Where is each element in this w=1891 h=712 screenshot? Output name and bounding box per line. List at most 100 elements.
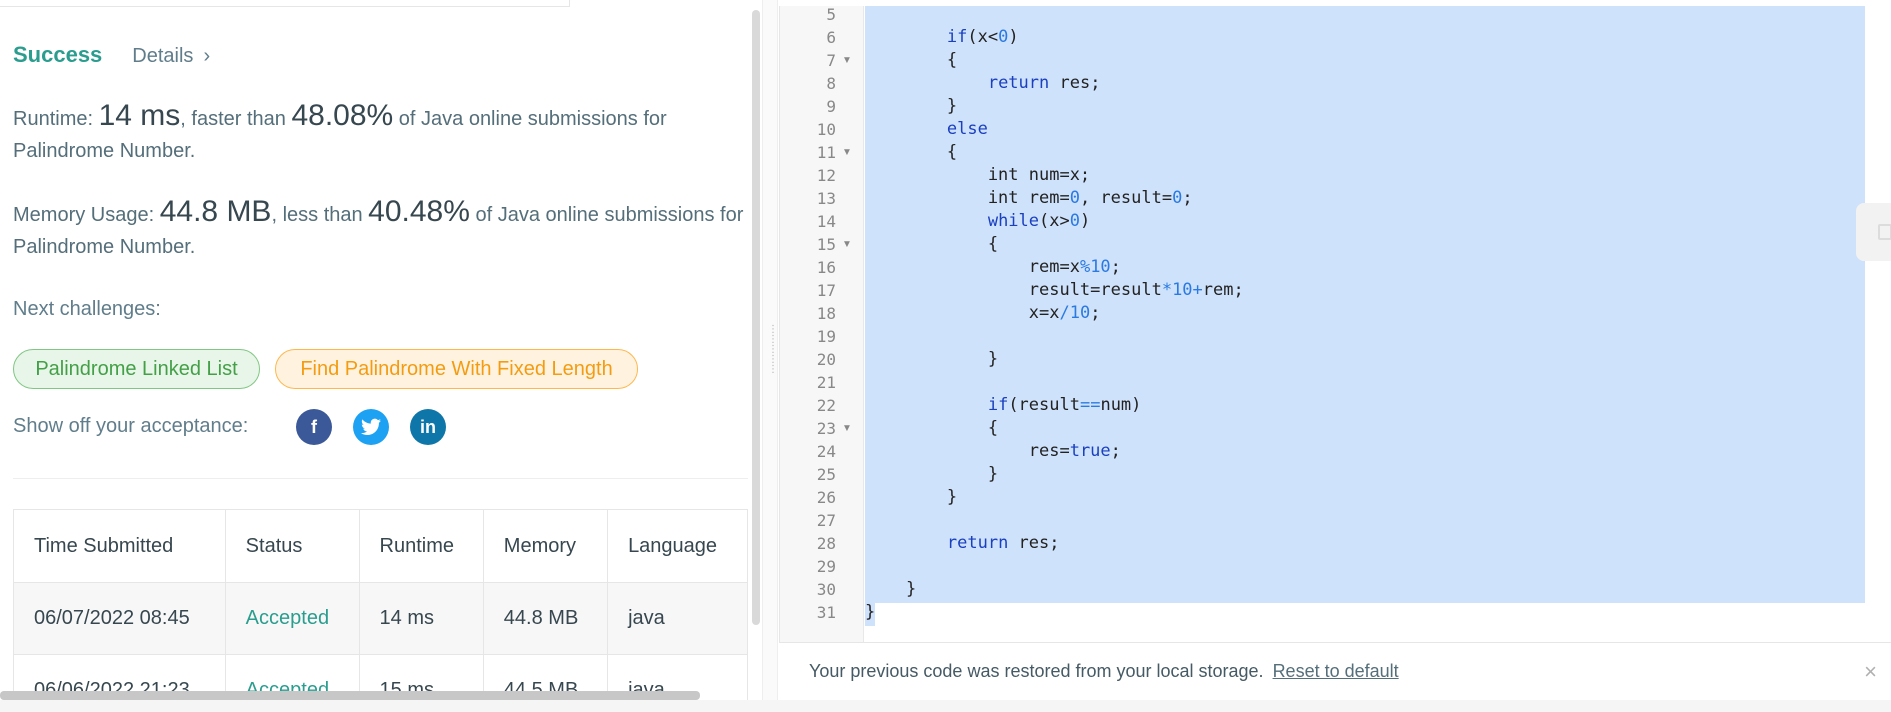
code-token: int num=x; (865, 165, 1091, 185)
line-number: 5 (826, 5, 836, 24)
code-token: { (865, 418, 999, 438)
line-number: 24 (816, 442, 836, 461)
memory-value: 44.8 MB (159, 195, 272, 228)
runtime-label: Runtime: (13, 108, 99, 130)
code-token: { (865, 234, 999, 254)
column-header: Time Submitted (13, 509, 226, 583)
code-token: 0 (1069, 188, 1080, 208)
code-token: if (987, 395, 1009, 415)
table-row[interactable]: 06/07/2022 08:45 Accepted 14 ms 44.8 MB … (13, 582, 748, 655)
details-link[interactable]: Details › (132, 45, 210, 68)
code-token: 10 (1069, 303, 1091, 323)
submission-memory: 44.8 MB (482, 582, 609, 655)
column-header: Status (224, 509, 360, 583)
line-number: 27 (816, 511, 836, 530)
code-area[interactable]: if(x<0) { return res; } else { int num=x… (865, 6, 1891, 642)
line-number: 28 (816, 534, 836, 553)
fold-toggle-icon[interactable]: ▼ (842, 233, 852, 256)
fold-toggle-icon[interactable]: ▼ (842, 417, 852, 440)
notification-text: Your previous code was restored from you… (809, 661, 1264, 681)
code-token: (x> (1039, 211, 1070, 231)
code-line: return res; (865, 532, 1060, 555)
code-line: else (865, 118, 988, 141)
column-header: Language (607, 509, 748, 583)
line-number: 11 (816, 143, 836, 162)
submission-status-link[interactable]: Accepted (224, 582, 360, 655)
fold-toggle-icon[interactable]: ▼ (842, 141, 852, 164)
code-line: int num=x; (865, 164, 1090, 187)
side-panel-tab[interactable] (1856, 203, 1891, 261)
linkedin-icon[interactable]: in (410, 409, 446, 445)
code-token: == (1079, 395, 1101, 415)
code-token: / (1059, 303, 1070, 323)
runtime-middle: , faster than (180, 108, 292, 130)
submission-result-panel: Success Details › Runtime: 14 ms, faster… (0, 0, 760, 700)
code-line: } (865, 486, 957, 509)
code-line: } (865, 578, 916, 601)
code-editor[interactable]: 5 6 7 ▼ 8 9 10 11 ▼ 12 13 14 15 ▼ 16 17 18 19 20 21 22 23 ▼ 24 2… (779, 5, 1891, 706)
code-token: % (1079, 257, 1091, 277)
line-number: 7 (826, 51, 836, 70)
memory-stat: Memory Usage: 44.8 MB, less than 40.48% … (13, 196, 753, 263)
code-token: 0 (1172, 188, 1183, 208)
code-token: } (865, 602, 876, 622)
next-challenges-label: Next challenges: (13, 298, 161, 320)
code-token: } (865, 349, 999, 369)
facebook-icon[interactable]: f (296, 409, 332, 445)
memory-middle: , less than (271, 204, 369, 226)
line-number: 31 (816, 603, 836, 622)
submission-runtime: 14 ms (358, 582, 484, 655)
code-token: + (1192, 280, 1203, 300)
vertical-scrollbar[interactable] (752, 10, 760, 625)
memory-percent: 40.48% (368, 195, 470, 228)
line-number: 17 (816, 281, 836, 300)
line-number: 10 (816, 120, 836, 139)
code-line: return res; (865, 72, 1101, 95)
code-token: true (1069, 441, 1111, 461)
code-line: } (865, 348, 998, 371)
success-status: Success (13, 42, 103, 67)
reset-to-default-link[interactable]: Reset to default (1273, 661, 1399, 682)
line-number: 6 (826, 28, 836, 47)
code-token: result=result (865, 280, 1162, 300)
details-label: Details (132, 45, 194, 67)
line-number: 15 (816, 235, 836, 254)
code-line: res=true; (865, 440, 1121, 463)
runtime-percent: 48.08% (291, 99, 394, 132)
code-token: 0 (998, 27, 1009, 47)
code-line: { (865, 417, 998, 440)
line-number: 16 (816, 258, 836, 277)
code-token: * (1161, 280, 1173, 300)
copy-icon (1878, 224, 1891, 240)
code-token: 10 (1172, 280, 1193, 300)
code-token: ; (1110, 441, 1121, 461)
runtime-value: 14 ms (98, 99, 181, 132)
code-token: int rem= (865, 188, 1070, 208)
close-icon[interactable]: × (1864, 661, 1877, 683)
code-token: rem; (1202, 280, 1244, 300)
code-token: if (946, 27, 968, 47)
code-token: else (946, 119, 988, 139)
code-token: res= (865, 441, 1070, 461)
share-label: Show off your acceptance: (13, 415, 249, 437)
line-number: 14 (816, 212, 836, 231)
twitter-icon[interactable] (353, 409, 389, 445)
code-token: , result= (1079, 188, 1173, 208)
code-token: res; (1049, 73, 1101, 93)
horizontal-scrollbar[interactable] (0, 691, 700, 700)
code-line: rem=x%10; (865, 256, 1121, 279)
code-token: (result (1008, 395, 1080, 415)
line-number: 29 (816, 557, 836, 576)
line-number: 21 (816, 373, 836, 392)
line-number: 18 (816, 304, 836, 323)
chevron-right-icon: › (203, 45, 211, 67)
challenge-find-palindrome-fixed-length[interactable]: Find Palindrome With Fixed Length (275, 349, 638, 389)
code-token: ) (1079, 211, 1091, 231)
code-token: ) (1008, 27, 1019, 47)
challenge-palindrome-linked-list[interactable]: Palindrome Linked List (13, 349, 260, 389)
line-number: 20 (816, 350, 836, 369)
code-token: 10 (1090, 257, 1111, 277)
fold-toggle-icon[interactable]: ▼ (842, 49, 852, 72)
code-token: } (865, 487, 958, 507)
pane-resize-handle[interactable]: ⋮ ⋮ ⋮ ⋮ ⋮ (762, 0, 778, 700)
